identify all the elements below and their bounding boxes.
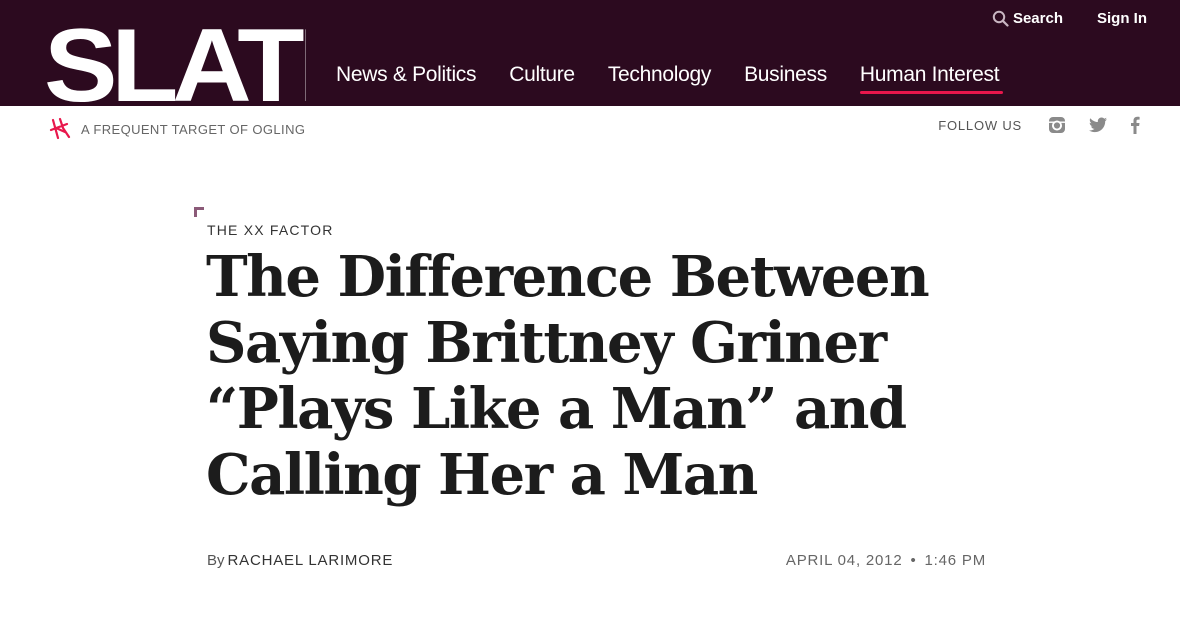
sub-bar: A FREQUENT TARGET OF OGLING FOLLOW US bbox=[0, 106, 1180, 150]
nav-item-technology[interactable]: Technology bbox=[608, 62, 712, 88]
headline-line: Saying Brittney Griner bbox=[206, 310, 887, 376]
headline-line: The Difference Between bbox=[206, 244, 930, 310]
twitter-icon[interactable] bbox=[1088, 117, 1108, 134]
slate-logo[interactable]: SLATE bbox=[44, 26, 306, 106]
dateline: APRIL 04, 2012 • 1:46 PM bbox=[786, 552, 986, 569]
nav-item-human-interest[interactable]: Human Interest bbox=[859, 62, 1004, 94]
nav-item-business[interactable]: Business bbox=[744, 62, 827, 88]
slate-asterisk-icon bbox=[49, 117, 71, 140]
section-kicker[interactable]: THE XX FACTOR bbox=[207, 222, 334, 238]
headline-line: Calling Her a Man bbox=[206, 442, 758, 508]
byline: By RACHAEL LARIMORE bbox=[207, 552, 393, 569]
author-link[interactable]: RACHAEL LARIMORE bbox=[228, 552, 394, 569]
headline-line: “Plays Like a Man” and bbox=[206, 376, 907, 442]
date-separator: • bbox=[910, 552, 917, 569]
publish-time: 1:46 PM bbox=[924, 552, 986, 569]
search-icon bbox=[992, 10, 1009, 27]
instagram-icon[interactable] bbox=[1048, 116, 1066, 134]
tagline: A FREQUENT TARGET OF OGLING bbox=[47, 116, 305, 142]
main-nav: News & Politics Culture Technology Busin… bbox=[336, 62, 1004, 94]
logo-text: SLATE bbox=[44, 26, 306, 106]
follow-us: FOLLOW US bbox=[938, 116, 1140, 134]
search-button[interactable]: Search bbox=[992, 10, 1063, 27]
kicker-mark bbox=[194, 207, 204, 217]
search-label: Search bbox=[1012, 10, 1063, 27]
nav-item-news-politics[interactable]: News & Politics bbox=[336, 62, 477, 88]
nav-item-culture[interactable]: Culture bbox=[509, 62, 575, 88]
article-headline: The Difference Between Saying Brittney G… bbox=[206, 244, 930, 508]
by-label: By bbox=[207, 552, 225, 569]
follow-label: FOLLOW US bbox=[938, 117, 1022, 133]
utility-nav: Search Sign In bbox=[992, 10, 1147, 27]
publish-date: APRIL 04, 2012 bbox=[785, 552, 903, 569]
tagline-text: A FREQUENT TARGET OF OGLING bbox=[81, 121, 306, 137]
facebook-icon[interactable] bbox=[1130, 116, 1140, 134]
site-header: SLATE Search Sign In News & Politics Cul… bbox=[0, 0, 1180, 106]
sign-in-button[interactable]: Sign In bbox=[1097, 10, 1147, 27]
